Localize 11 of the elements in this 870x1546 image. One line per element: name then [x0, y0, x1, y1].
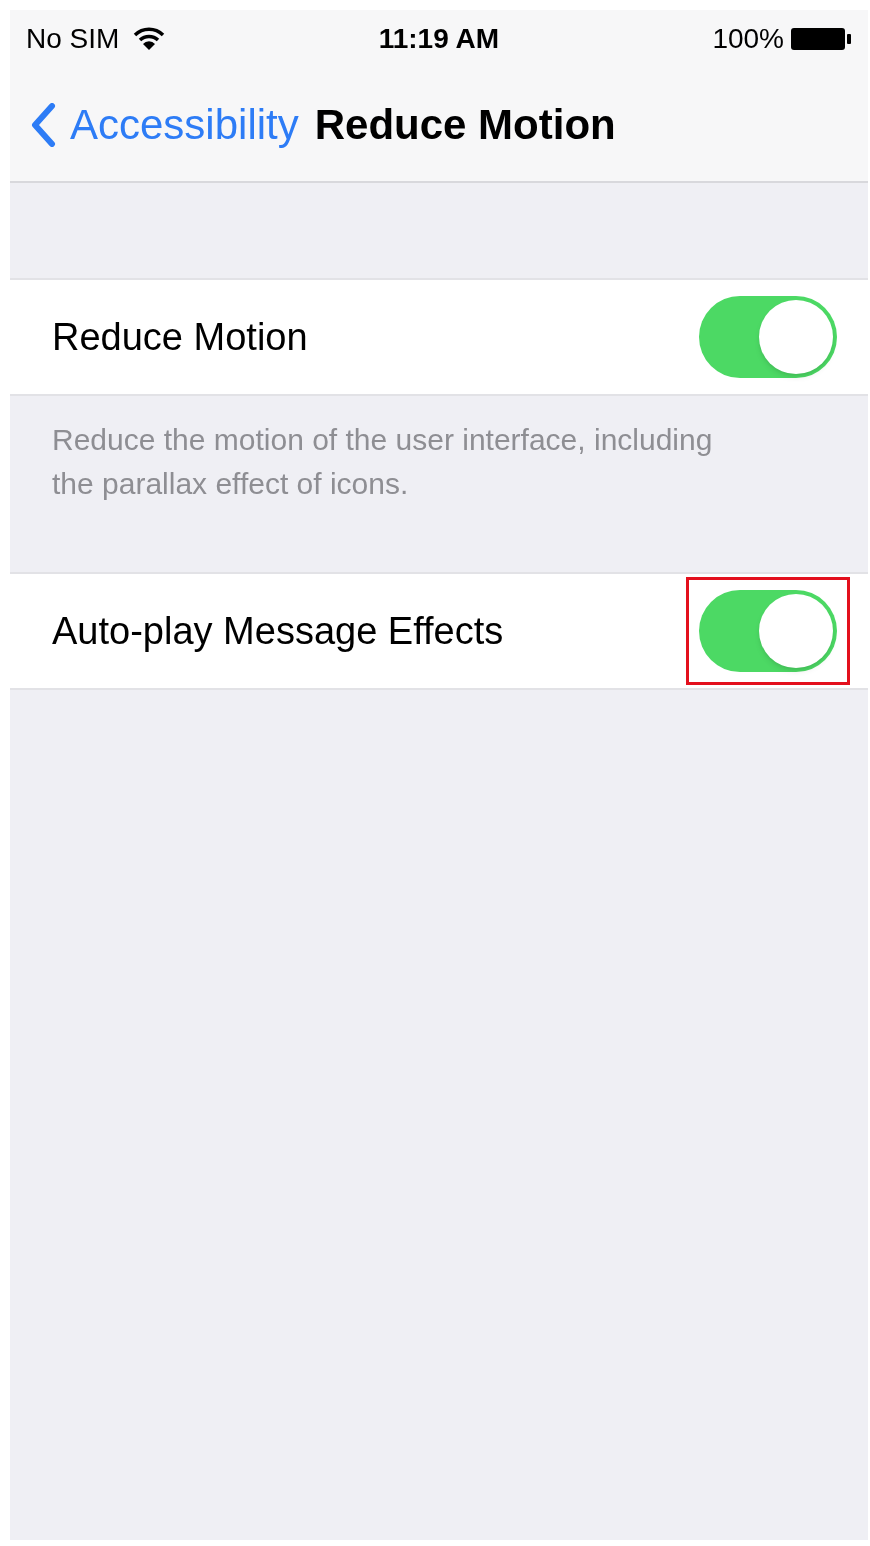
page-title: Reduce Motion: [314, 100, 616, 150]
chevron-left-icon: [30, 102, 56, 147]
back-button[interactable]: Accessibility: [30, 93, 299, 156]
row-label: Auto-play Message Effects: [52, 608, 504, 654]
row-label: Reduce Motion: [52, 314, 308, 360]
footer-text: Reduce the motion of the user interface, including the parallax effect of icons.: [52, 422, 714, 502]
battery-icon: [790, 27, 852, 51]
battery-label: 100%: [712, 22, 784, 56]
wifi-icon: [133, 27, 166, 51]
carrier-label: No SIM: [26, 22, 120, 56]
clock-label: 11:19 AM: [378, 22, 500, 56]
